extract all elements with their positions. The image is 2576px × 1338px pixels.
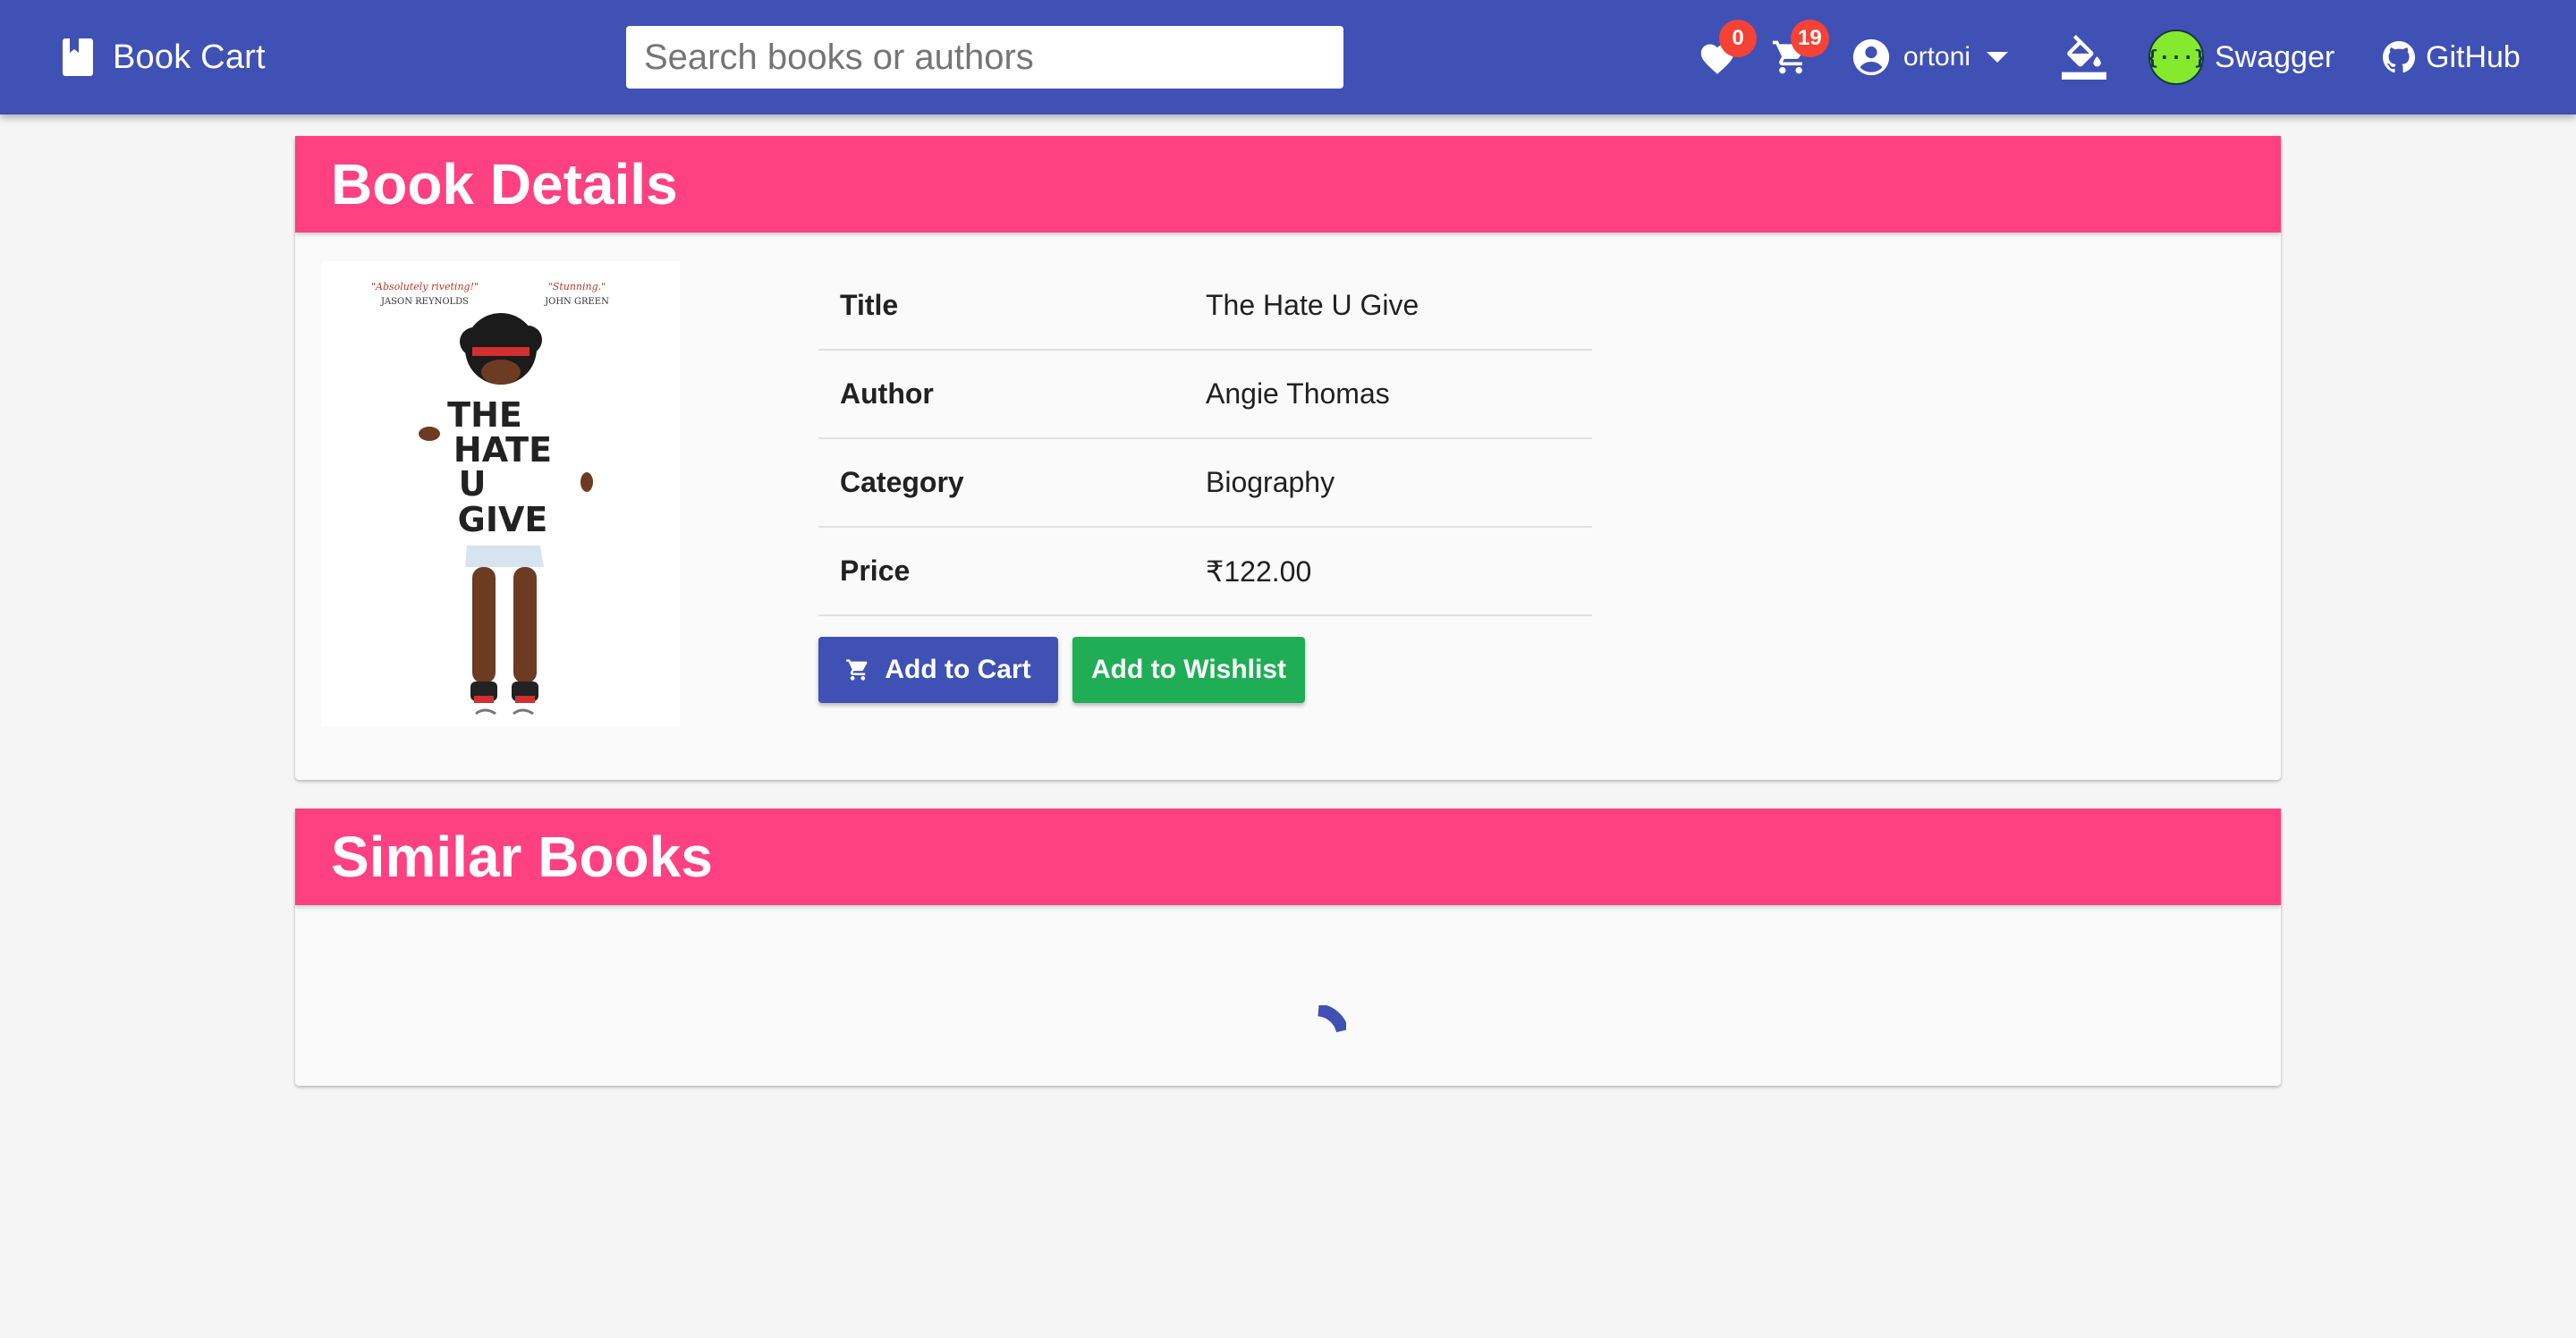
user-menu-button[interactable]: ortoni [1852,0,2012,114]
book-details-card: Book Details "Absolutely riveting!" JASO… [295,136,2281,780]
cover-blurb-left: "Absolutely riveting!" [371,281,479,292]
table-row-title: Title The Hate U Give [818,261,1592,351]
cover-blurb-left-author: JASON REYNOLDS [380,297,469,307]
cover-title-line-3: U [459,464,487,504]
swagger-logo-icon: {···} [2148,30,2204,85]
add-to-cart-label: Add to Cart [885,655,1031,684]
github-icon [2383,41,2415,73]
add-to-wishlist-label: Add to Wishlist [1090,655,1287,684]
shopping-cart-icon [846,659,868,681]
paint-bucket-icon [2062,35,2106,80]
price-value: ₹122.00 [1206,527,1592,616]
cover-title-line-1: THE [447,395,522,435]
user-name: ortoni [1903,42,1971,72]
book-details-heading: Book Details [295,136,2281,233]
github-link[interactable]: GitHub [2383,0,2526,114]
cover-blurb-right: "Stunning." [548,281,606,292]
author-value: Angie Thomas [1206,350,1592,439]
cart-button[interactable]: 19 [1766,0,1829,114]
cover-blurb-right-author: JOHN GREEN [544,297,609,307]
account-circle-icon [1852,38,1890,76]
book-cover-illustration: "Absolutely riveting!" JASON REYNOLDS "S… [322,261,680,726]
caret-down-icon [1987,52,2009,63]
table-row-price: Price ₹122.00 [818,527,1592,616]
cart-count-badge: 19 [1791,20,1829,57]
similar-books-heading: Similar Books [295,809,2281,905]
brand-home-link[interactable]: Book Cart [63,0,266,114]
github-label: GitHub [2426,39,2521,74]
author-label: Author [818,350,1206,439]
top-toolbar: Book Cart 0 19 ortoni [0,0,2576,114]
swagger-link[interactable]: {···} Swagger [2148,0,2336,114]
table-row-category: Category Biography [818,438,1592,528]
price-label: Price [818,527,1206,616]
title-label: Title [818,261,1206,351]
book-cover-image: "Absolutely riveting!" JASON REYNOLDS "S… [322,261,680,726]
category-value: Biography [1206,438,1592,528]
wishlist-count-badge: 0 [1719,20,1757,57]
book-actions: Add to Cart Add to Wishlist [818,637,1305,703]
brand-title: Book Cart [113,38,266,76]
category-label: Category [818,438,1206,528]
cover-title-line-4: GIVE [458,500,548,539]
svg-text:{···}: {···} [2148,47,2204,70]
title-value: The Hate U Give [1206,261,1592,351]
theme-picker-button[interactable] [2059,0,2109,114]
book-icon [63,38,93,76]
loading-spinner [1318,1005,1346,1068]
search-input[interactable] [626,26,1343,89]
swagger-label: Swagger [2215,39,2335,74]
book-details-table: Title The Hate U Give Author Angie Thoma… [818,261,1592,616]
wishlist-button[interactable]: 0 [1692,0,1757,114]
add-to-wishlist-button[interactable]: Add to Wishlist [1072,637,1305,703]
add-to-cart-button[interactable]: Add to Cart [818,637,1058,703]
table-row-author: Author Angie Thomas [818,350,1592,439]
similar-books-card: Similar Books [295,809,2281,1086]
